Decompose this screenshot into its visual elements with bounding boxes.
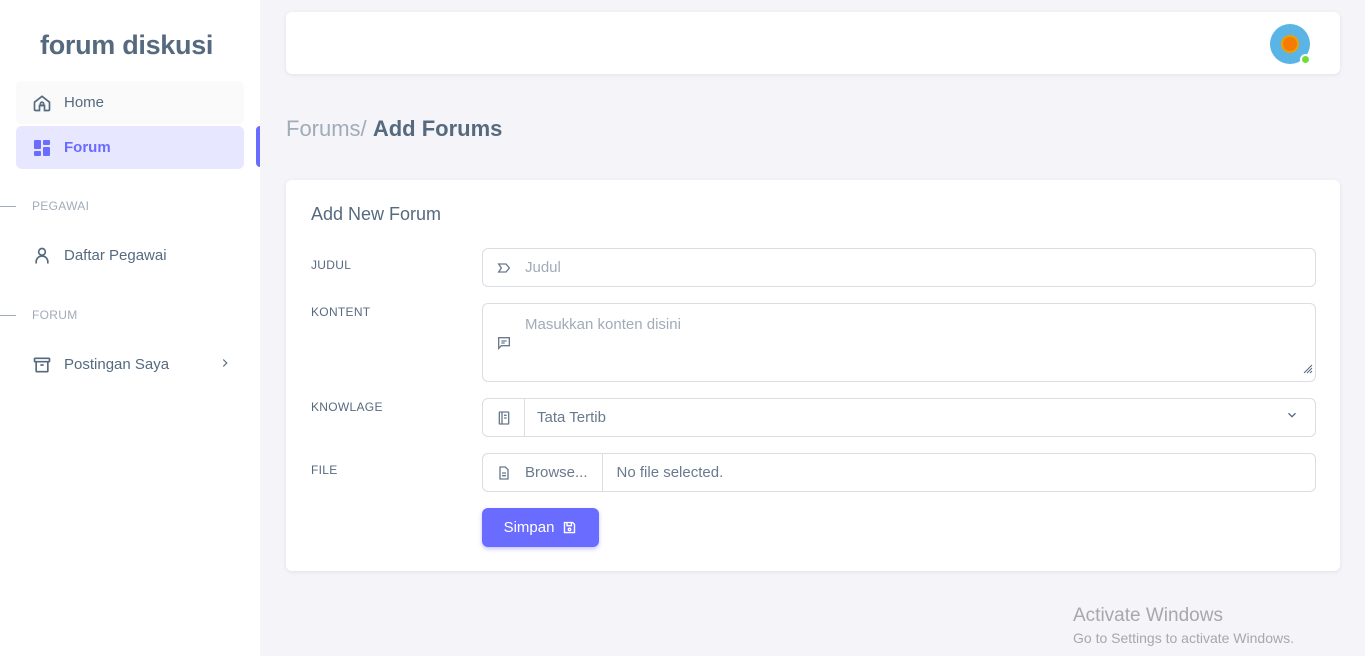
user-icon	[32, 246, 52, 266]
browse-button[interactable]: Browse...	[483, 454, 603, 491]
file-status: No file selected.	[616, 464, 724, 481]
sidebar-item-home[interactable]: Home	[16, 81, 244, 124]
save-icon	[562, 520, 577, 535]
card-title: Add New Forum	[311, 204, 442, 224]
konten-placeholder: Masukkan konten disini	[525, 316, 681, 333]
knowlage-label: KNOWLAGE	[311, 400, 383, 414]
file-input[interactable]: Browse... No file selected.	[482, 453, 1316, 492]
menu-header-forum: FORUM	[0, 305, 260, 325]
simpan-button[interactable]: Simpan	[482, 508, 599, 547]
top-navbar	[286, 12, 1340, 74]
knowlage-selected: Tata Tertib	[537, 409, 606, 426]
home-icon	[32, 93, 52, 113]
archive-icon	[32, 355, 52, 375]
breadcrumb-parent[interactable]: Forums/	[286, 116, 367, 141]
sidebar-item-label: Forum	[64, 139, 111, 156]
menu-header-label: FORUM	[32, 308, 78, 322]
watermark-subtitle: Go to Settings to activate Windows.	[1073, 630, 1294, 646]
avatar-image	[1283, 37, 1297, 51]
file-label: FILE	[311, 463, 338, 477]
label-icon	[483, 260, 525, 276]
active-indicator	[256, 126, 260, 167]
book-icon	[483, 399, 525, 436]
chevron-down-icon	[1285, 408, 1299, 427]
konten-label: KONTENT	[311, 305, 371, 319]
sidebar-item-forum[interactable]: Forum	[16, 126, 244, 169]
konten-textarea[interactable]: Masukkan konten disini	[482, 303, 1316, 382]
judul-label: JUDUL	[311, 258, 352, 272]
knowlage-select[interactable]: Tata Tertib	[482, 398, 1316, 437]
sidebar-item-label: Home	[64, 94, 105, 111]
menu-header-label: PEGAWAI	[32, 199, 90, 213]
sidebar-item-label: Postingan Saya	[64, 356, 170, 373]
windows-activation-watermark: Activate Windows Go to Settings to activ…	[1073, 605, 1294, 646]
resize-handle-icon[interactable]	[1301, 361, 1313, 379]
brand-logo[interactable]: forum diskusi	[40, 30, 213, 61]
add-forum-card: Add New Forum JUDUL Judul KONTENT Masukk…	[286, 180, 1340, 571]
sidebar-item-label: Daftar Pegawai	[64, 247, 167, 264]
judul-input[interactable]: Judul	[482, 248, 1316, 287]
simpan-label: Simpan	[503, 519, 555, 536]
file-icon	[483, 465, 525, 481]
breadcrumb-current: Add Forums	[372, 116, 503, 141]
comment-icon	[483, 304, 525, 381]
judul-placeholder: Judul	[525, 259, 561, 276]
sidebar: forum diskusi Home Forum PEGAWAI Daftar …	[0, 0, 260, 656]
user-avatar[interactable]	[1270, 24, 1311, 65]
menu-header-line	[0, 205, 16, 207]
breadcrumb: Forums/ Add Forums	[286, 116, 502, 142]
sidebar-item-daftar-pegawai[interactable]: Daftar Pegawai	[16, 234, 244, 277]
chevron-right-icon	[218, 356, 232, 374]
online-status-dot	[1300, 54, 1311, 65]
menu-header-line	[0, 314, 16, 316]
layout-grid-icon	[32, 138, 52, 158]
watermark-title: Activate Windows	[1073, 605, 1223, 626]
browse-label: Browse...	[525, 464, 588, 481]
sidebar-item-postingan-saya[interactable]: Postingan Saya	[16, 343, 244, 386]
menu-header-pegawai: PEGAWAI	[0, 196, 260, 216]
